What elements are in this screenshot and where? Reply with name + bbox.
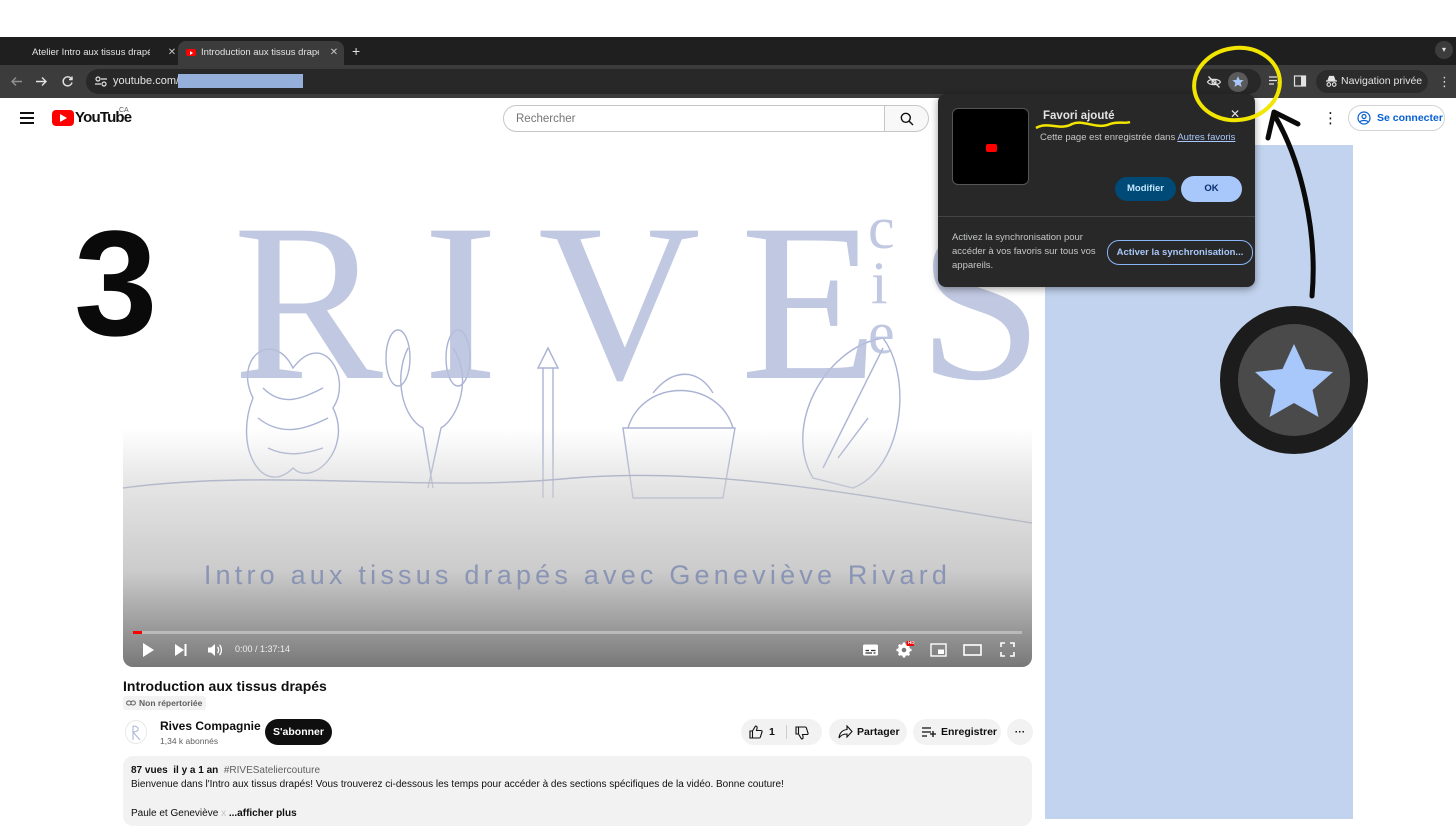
time-display: 0:00 / 1:37:14 [235, 644, 291, 654]
like-divider [786, 725, 787, 739]
account-icon [1357, 111, 1371, 125]
hamburger-icon[interactable] [20, 112, 34, 124]
visibility-badge: Non répertoriée [123, 696, 207, 710]
eye-off-icon[interactable] [1206, 74, 1222, 90]
next-icon[interactable] [174, 643, 188, 657]
watermark-text: RIVES [233, 177, 1032, 427]
enable-sync-button[interactable]: Activer la synchronisation... [1107, 240, 1253, 265]
share-label: Partager [857, 726, 900, 738]
description-meta: 87 vues il y a 1 an #RIVESateliercouture [131, 765, 320, 776]
site-info-icon[interactable] [94, 75, 108, 88]
hd-badge: HD [908, 640, 915, 645]
play-icon[interactable] [141, 642, 155, 658]
tab-title: Introduction aux tissus drapés [201, 47, 319, 58]
sign-in-button[interactable]: Se connecter [1348, 105, 1445, 131]
share-button[interactable]: Partager [829, 719, 907, 745]
video-title: Introduction aux tissus drapés [123, 678, 327, 694]
step-number-annotation: 3 [74, 199, 158, 367]
search-input[interactable] [503, 105, 885, 132]
search-icon [900, 112, 914, 126]
visibility-label: Non répertoriée [139, 698, 203, 708]
show-more-link[interactable]: ...afficher plus [226, 808, 297, 819]
save-button[interactable]: Enregistrer [913, 719, 1001, 745]
video-title-overlay: Intro aux tissus drapés avec Geneviève R… [203, 560, 952, 590]
url-redacted-selection [178, 74, 303, 88]
tab-introduction[interactable]: Introduction aux tissus drapés ✕ [178, 41, 344, 65]
watermark-suffix-e: e [868, 300, 895, 366]
subscriber-count: 1,34 k abonnés [160, 736, 219, 746]
ok-button[interactable]: OK [1181, 176, 1242, 202]
share-icon [838, 725, 853, 739]
forward-icon[interactable] [35, 75, 48, 88]
like-count: 1 [769, 726, 775, 738]
search-button[interactable] [884, 105, 929, 132]
subscribe-button[interactable]: S'abonner [265, 719, 332, 745]
close-icon[interactable]: ✕ [1230, 107, 1240, 121]
tab-title: Atelier Intro aux tissus drapés [32, 47, 150, 58]
youtube-favicon-icon [986, 144, 997, 152]
bookmark-added-dialog: Favori ajouté ✕ Cette page est enregistr… [938, 94, 1255, 287]
description-text: Bienvenue dans l'Intro aux tissus drapés… [131, 779, 784, 790]
side-panel-icon[interactable] [1293, 74, 1307, 88]
saved-in-text: Cette page est enregistrée dans [1040, 132, 1178, 143]
tab-close-icon[interactable]: ✕ [328, 41, 340, 65]
private-label: Navigation privée [1341, 75, 1423, 87]
new-tab-button[interactable]: + [352, 43, 360, 59]
country-code: CA [119, 107, 129, 114]
progress-bar[interactable] [133, 631, 1022, 634]
reading-list-icon[interactable] [1268, 74, 1282, 88]
settings-dots-icon[interactable]: ⋮ [1323, 109, 1338, 127]
description-box[interactable]: 87 vues il y a 1 an #RIVESateliercouture… [123, 756, 1032, 826]
link-icon [126, 700, 136, 706]
channel-avatar[interactable] [125, 720, 147, 744]
dialog-divider [938, 216, 1255, 217]
video-player[interactable]: RIVES c i e Intro aux tissus drapés avec… [123, 148, 1032, 667]
subtitles-icon[interactable] [862, 643, 879, 657]
reload-icon[interactable] [61, 75, 74, 88]
back-icon[interactable] [10, 75, 23, 88]
sign-in-label: Se connecter [1377, 112, 1443, 124]
like-icon[interactable] [749, 725, 763, 739]
sync-prompt-text: Activez la synchronisation pour accéder … [952, 232, 1096, 271]
volume-icon[interactable] [207, 643, 223, 657]
theater-icon[interactable] [963, 644, 982, 656]
miniplayer-icon[interactable] [930, 643, 947, 657]
youtube-logo-icon[interactable] [52, 110, 74, 126]
views-date: 87 vues il y a 1 an [131, 765, 224, 776]
page-thumbnail [952, 108, 1029, 185]
youtube-favicon-icon [186, 49, 196, 56]
hashtag-link[interactable]: #RIVESateliercouture [224, 765, 320, 776]
folder-link[interactable]: Autres favoris [1177, 132, 1235, 143]
fullscreen-icon[interactable] [1000, 642, 1015, 657]
more-actions-button[interactable]: ··· [1007, 719, 1033, 745]
dialog-title: Favori ajouté [1043, 110, 1115, 122]
like-dislike-group: 1 [741, 719, 822, 745]
private-browsing-indicator[interactable]: Navigation privée [1316, 70, 1428, 93]
dislike-icon[interactable] [795, 726, 809, 740]
tab-atelier[interactable]: Atelier Intro aux tissus drapés ✕ [10, 41, 176, 65]
url-text[interactable]: youtube.com/ [113, 73, 179, 89]
tab-close-icon[interactable]: ✕ [166, 41, 176, 65]
description-signature: Paule et Geneviève x ...afficher plus [131, 808, 297, 819]
menu-dots-icon[interactable]: ⋮ [1438, 74, 1451, 90]
edit-button[interactable]: Modifier [1115, 177, 1176, 201]
address-bar[interactable]: youtube.com/ [86, 69, 1261, 94]
bookmark-star-icon[interactable] [1228, 72, 1248, 92]
more-dots-icon: ··· [1014, 726, 1026, 738]
save-icon [922, 727, 936, 737]
tab-search-chevron-icon[interactable]: ▾ [1435, 41, 1453, 59]
progress-fill [133, 631, 142, 634]
signature-text: Paule et Geneviève [131, 808, 222, 819]
channel-name[interactable]: Rives Compagnie [160, 719, 261, 733]
save-label: Enregistrer [941, 726, 998, 738]
browser-tab-strip: Atelier Intro aux tissus drapés ✕ Introd… [0, 37, 1456, 65]
dialog-description: Cette page est enregistrée dans Autres f… [1040, 131, 1240, 145]
incognito-icon [1326, 75, 1337, 87]
